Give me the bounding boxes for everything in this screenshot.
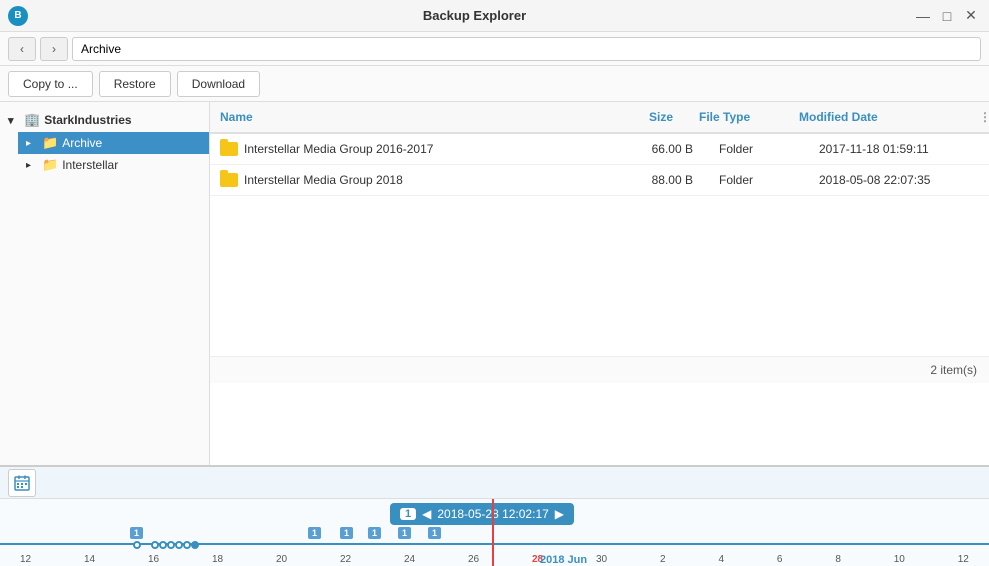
table-row[interactable]: Interstellar Media Group 2016-2017 66.00… <box>210 134 989 165</box>
timeline-left-arrow[interactable]: ◀ <box>422 507 431 521</box>
main-area: ▾ 🏢 StarkIndustries ▸ 📁 Archive ▸ 📁 Inte… <box>0 102 989 466</box>
toolbar: Copy to ... Restore Download <box>0 66 989 102</box>
archive-label: Archive <box>62 136 102 150</box>
timeline-dot-4[interactable] <box>175 541 183 549</box>
root-folder-icon: 🏢 <box>24 112 40 128</box>
timeline-header <box>0 467 989 499</box>
tree-children: ▸ 📁 Archive ▸ 📁 Interstellar <box>0 132 209 176</box>
file-cell-size-1: 88.00 B <box>619 169 709 191</box>
col-header-date[interactable]: Modified Date <box>789 102 969 132</box>
forward-button[interactable]: › <box>40 37 68 61</box>
empty-area <box>210 196 989 356</box>
file-list-header: Name Size File Type Modified Date ⋮ <box>210 102 989 134</box>
app-icon: B <box>8 6 28 26</box>
interstellar-folder-icon: 📁 <box>42 157 58 173</box>
root-label: StarkIndustries <box>44 113 131 127</box>
back-button[interactable]: ‹ <box>8 37 36 61</box>
root-arrow-icon: ▾ <box>8 114 22 127</box>
timeline-dot-5[interactable] <box>183 541 191 549</box>
timeline-popup: 1 ◀ 2018-05-28 12:02:17 ▶ <box>390 503 574 525</box>
items-count: 2 item(s) <box>210 356 989 383</box>
timeline-dot-0[interactable] <box>133 541 141 549</box>
timeline-small-badge-3: 1 <box>368 527 381 539</box>
tree-root-starkindustries[interactable]: ▾ 🏢 StarkIndustries <box>0 108 209 132</box>
table-row[interactable]: Interstellar Media Group 2018 88.00 B Fo… <box>210 165 989 196</box>
file-cell-name-0: Interstellar Media Group 2016-2017 <box>210 138 619 160</box>
file-cell-type-0: Folder <box>709 138 809 160</box>
file-name-0: Interstellar Media Group 2016-2017 <box>244 142 433 156</box>
timeline-small-badge-5: 1 <box>428 527 441 539</box>
timeline-small-badge-2: 1 <box>340 527 353 539</box>
timeline-labels: 12 14 16 18 20 22 24 26 28 30 2 4 6 8 10… <box>0 554 989 565</box>
col-header-name[interactable]: Name <box>210 102 599 132</box>
timeline-dot-1[interactable] <box>151 541 159 549</box>
close-button[interactable]: ✕ <box>961 6 981 26</box>
file-cell-date-1: 2018-05-08 22:07:35 <box>809 169 989 191</box>
file-list: Name Size File Type Modified Date ⋮ Inte… <box>210 102 989 465</box>
timeline-badge: 1 <box>400 508 416 520</box>
address-bar: ‹ › <box>0 32 989 66</box>
sidebar: ▾ 🏢 StarkIndustries ▸ 📁 Archive ▸ 📁 Inte… <box>0 102 210 465</box>
minimize-button[interactable]: — <box>913 6 933 26</box>
archive-folder-icon: 📁 <box>42 135 58 151</box>
window-controls: — □ ✕ <box>913 6 981 26</box>
folder-icon-1 <box>220 173 238 187</box>
timeline-cursor-line <box>492 499 494 566</box>
sidebar-item-interstellar[interactable]: ▸ 📁 Interstellar <box>18 154 209 176</box>
col-header-more[interactable]: ⋮ <box>969 102 989 132</box>
archive-arrow-icon: ▸ <box>26 138 40 149</box>
file-cell-date-0: 2017-11-18 01:59:11 <box>809 138 989 160</box>
file-cell-size-0: 66.00 B <box>619 138 709 160</box>
timeline-dot-3[interactable] <box>167 541 175 549</box>
app-title: Backup Explorer <box>36 8 913 23</box>
timeline-body: 1 ◀ 2018-05-28 12:02:17 ▶ 1 1 1 1 1 1 <box>0 499 989 566</box>
timeline-small-badge-4: 1 <box>398 527 411 539</box>
timeline-dots-container <box>0 541 989 549</box>
timeline-dot-6[interactable] <box>191 541 199 549</box>
col-header-type[interactable]: File Type <box>689 102 789 132</box>
calendar-icon[interactable] <box>8 469 36 497</box>
timeline-dot-2[interactable] <box>159 541 167 549</box>
sidebar-item-archive[interactable]: ▸ 📁 Archive <box>18 132 209 154</box>
download-button[interactable]: Download <box>177 71 260 97</box>
timeline: 1 ◀ 2018-05-28 12:02:17 ▶ 1 1 1 1 1 1 <box>0 466 989 566</box>
col-header-size[interactable]: Size <box>599 102 689 132</box>
interstellar-arrow-icon: ▸ <box>26 160 40 171</box>
timeline-small-badge-0: 1 <box>130 527 143 539</box>
timeline-small-badge-1: 1 <box>308 527 321 539</box>
file-name-1: Interstellar Media Group 2018 <box>244 173 403 187</box>
file-cell-type-1: Folder <box>709 169 809 191</box>
address-input[interactable] <box>72 37 981 61</box>
timeline-month-label: 2018 Jun <box>540 554 587 566</box>
file-cell-name-1: Interstellar Media Group 2018 <box>210 169 619 191</box>
timeline-right-arrow[interactable]: ▶ <box>555 507 564 521</box>
folder-icon-0 <box>220 142 238 156</box>
maximize-button[interactable]: □ <box>937 6 957 26</box>
interstellar-label: Interstellar <box>62 158 118 172</box>
restore-button[interactable]: Restore <box>99 71 171 97</box>
copy-to-button[interactable]: Copy to ... <box>8 71 93 97</box>
title-bar: B Backup Explorer — □ ✕ <box>0 0 989 32</box>
